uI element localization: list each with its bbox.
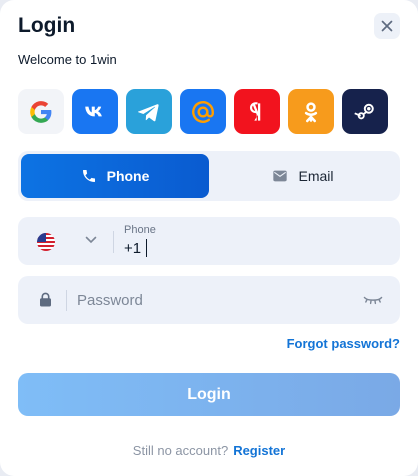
social-login-row <box>18 89 388 134</box>
close-button[interactable] <box>374 13 400 39</box>
us-flag-icon[interactable] <box>37 233 55 251</box>
mail-login-button[interactable] <box>180 89 226 134</box>
password-input[interactable] <box>77 288 347 312</box>
text-caret <box>146 239 147 257</box>
telegram-icon <box>138 103 159 121</box>
phone-icon <box>82 170 95 182</box>
tab-email[interactable]: Email <box>209 154 397 198</box>
login-button[interactable]: Login <box>18 373 400 416</box>
eye-closed-icon[interactable] <box>363 295 383 305</box>
odnoklassniki-icon <box>304 101 318 122</box>
register-link[interactable]: Register <box>233 443 285 458</box>
odnoklassniki-login-button[interactable] <box>288 89 334 134</box>
mail-at-icon <box>192 100 214 123</box>
close-icon <box>381 20 393 32</box>
vk-icon <box>85 106 102 116</box>
tab-email-label: Email <box>298 168 334 184</box>
tab-phone-label: Phone <box>106 168 150 184</box>
chevron-down-icon[interactable] <box>85 236 97 244</box>
google-login-button[interactable] <box>18 89 64 134</box>
yandex-login-button[interactable] <box>234 89 280 134</box>
login-title: Login <box>18 14 76 37</box>
yandex-icon <box>249 101 261 121</box>
tab-phone[interactable]: Phone <box>21 154 209 198</box>
telegram-login-button[interactable] <box>126 89 172 134</box>
field-divider <box>113 231 114 253</box>
mail-icon <box>273 170 288 182</box>
phone-field-label: Phone <box>124 224 156 236</box>
phone-input[interactable]: +1 <box>124 240 141 257</box>
welcome-subtitle: Welcome to 1win <box>18 52 117 67</box>
register-prompt: Still no account? <box>132 443 229 458</box>
password-field[interactable] <box>18 276 400 324</box>
login-modal: Login Welcome to 1win Phone Email Phone … <box>0 0 418 476</box>
forgot-password-link[interactable]: Forgot password? <box>287 336 400 351</box>
login-method-switch: Phone Email <box>18 151 400 201</box>
vk-login-button[interactable] <box>72 89 118 134</box>
google-icon <box>30 100 52 123</box>
steam-icon <box>354 103 374 119</box>
phone-field[interactable]: Phone +1 <box>18 217 400 265</box>
register-footer: Still no account? Register <box>0 443 418 458</box>
lock-icon <box>40 292 51 307</box>
steam-login-button[interactable] <box>342 89 388 134</box>
field-divider <box>66 290 67 311</box>
